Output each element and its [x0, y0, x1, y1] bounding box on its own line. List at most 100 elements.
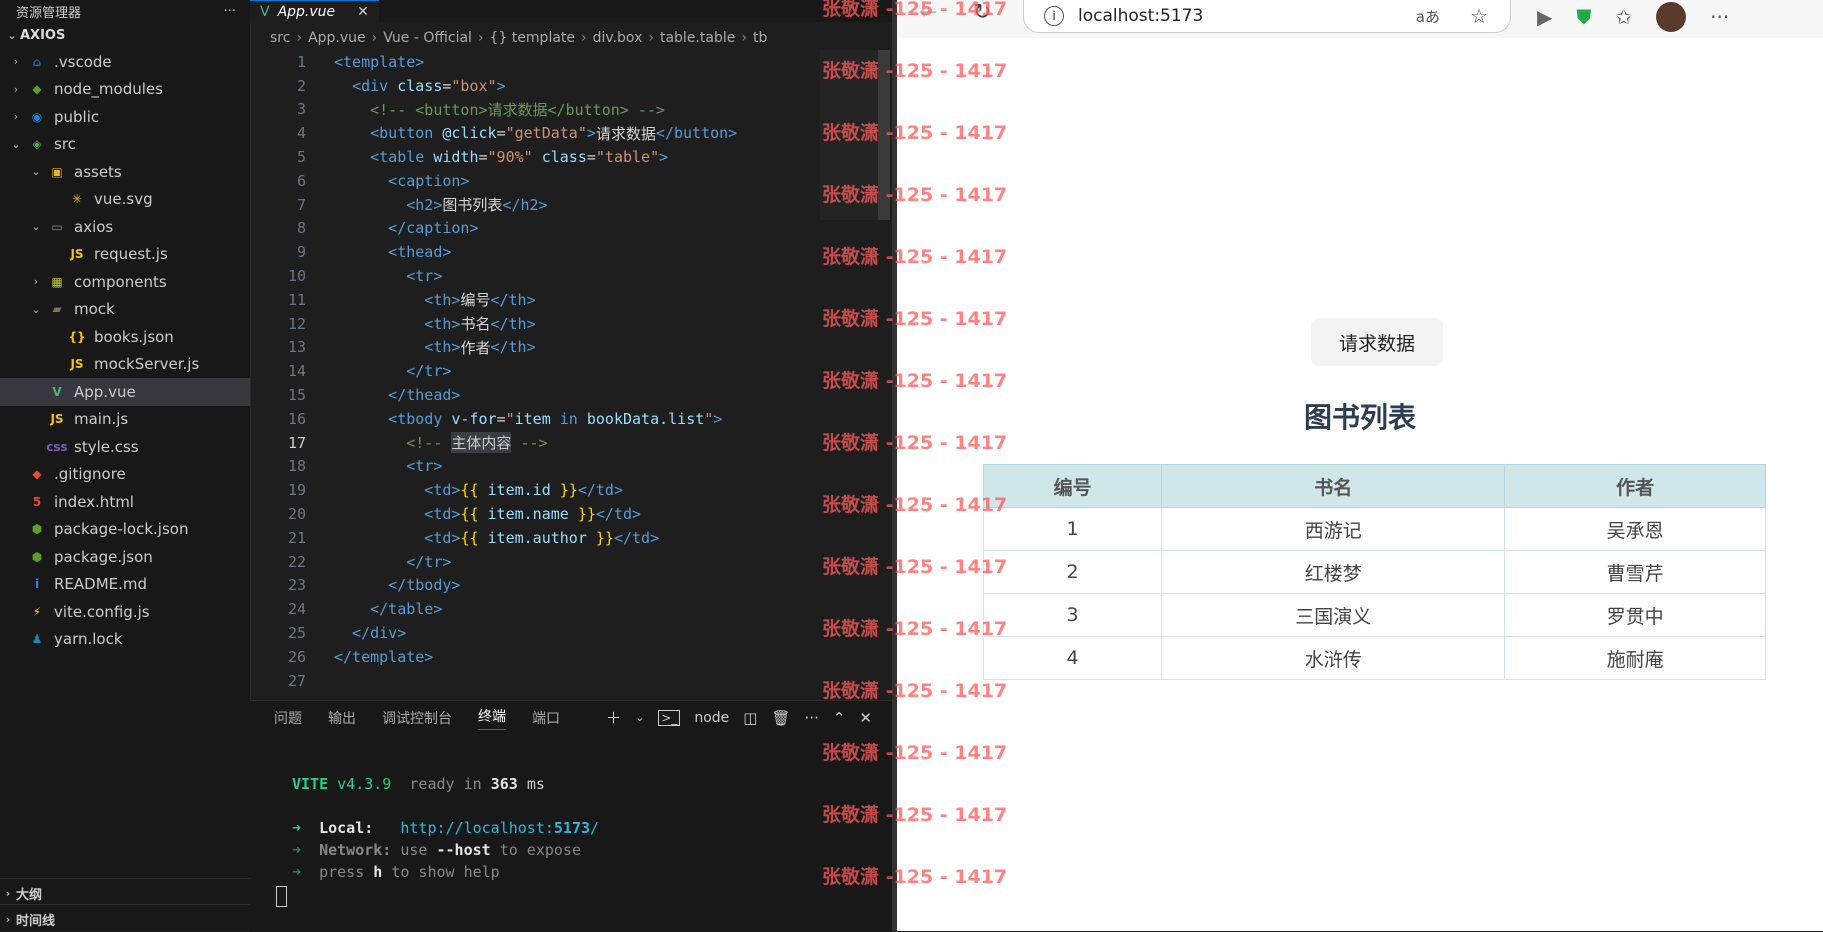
trash-icon[interactable]: 🗑 [771, 709, 790, 727]
add-terminal-icon[interactable]: ＋ [606, 707, 621, 728]
close-panel-icon[interactable]: ✕ [859, 709, 872, 727]
terminal-output[interactable]: VITE v4.3.9 ready in 363 ms ➜ Local: htt… [292, 773, 599, 883]
back-icon[interactable]: ← [919, 0, 937, 25]
breadcrumb: src › App.vue › Vue - Official › {} template › d… [250, 26, 892, 50]
tree-item-app-vue[interactable]: V App.vue [0, 378, 250, 406]
breadcrumb-item[interactable]: div.box [593, 30, 643, 46]
file-tree: › ⌂ .vscode › ◆ node_modules › ◉ public ⌄ ◈ src ⌄ ▣ as… [0, 48, 250, 653]
code-token: "table" [595, 148, 660, 167]
editor-scrollbar[interactable] [878, 50, 890, 220]
more-actions-icon[interactable]: ··· [224, 4, 236, 19]
line-number: 17 [287, 433, 306, 452]
table-cell: 吴承恩 [1504, 507, 1766, 551]
panel-tab[interactable]: 问题 [274, 708, 302, 728]
tree-item-label: node_modules [54, 80, 163, 99]
tree-item-index-html[interactable]: 5 index.html [0, 488, 250, 516]
play-icon[interactable]: ▶ [1537, 5, 1552, 29]
tree-item-node-modules[interactable]: › ◆ node_modules [0, 76, 250, 104]
read-aloud-icon[interactable]: aあ [1416, 6, 1440, 27]
code-line: 7 <h2> 图书列表 </h2> [250, 193, 892, 217]
tree-item-books-json[interactable]: {} books.json [0, 323, 250, 351]
close-icon[interactable]: ✕ [357, 4, 369, 20]
tree-item-components[interactable]: › ▦ components [0, 268, 250, 296]
tree-item-vue-svg[interactable]: ✳ vue.svg [0, 186, 250, 214]
tree-item-assets[interactable]: ⌄ ▣ assets [0, 158, 250, 186]
chevron-down-icon: ⌄ [31, 165, 41, 179]
help-text-2: to show help [391, 863, 500, 881]
panel-tab[interactable]: 端口 [532, 708, 560, 728]
code-token: 请求数据 [595, 124, 656, 143]
maximize-panel-icon[interactable]: ⌃ [833, 709, 846, 727]
help-key: h [373, 863, 383, 881]
explorer-title: 资源管理器 [16, 5, 82, 21]
more-icon[interactable]: ··· [805, 709, 819, 727]
tree-item-package-json[interactable]: ⬢ package.json [0, 543, 250, 571]
tree-item-package-lock-json[interactable]: ⬢ package-lock.json [0, 516, 250, 544]
breadcrumb-item[interactable]: table.table [660, 30, 735, 46]
terminal-icon: >_ [658, 709, 681, 726]
code-token: width [433, 148, 479, 167]
breadcrumb-item[interactable]: {} template [490, 30, 575, 46]
node-folder-icon: ◆ [32, 82, 42, 97]
star-icon[interactable]: ☆ [1470, 4, 1488, 28]
breadcrumb-item[interactable]: Vue - Official [383, 30, 472, 46]
network-text-2: to expose [499, 841, 581, 859]
code-token: </table> [334, 600, 443, 619]
refresh-icon[interactable]: ↻ [973, 0, 991, 25]
code-token: </h2> [502, 195, 548, 214]
panel-tab[interactable]: 终端 [478, 706, 506, 730]
timeline-section[interactable]: › 时间线 [0, 904, 250, 931]
line-number: 19 [287, 481, 306, 500]
breadcrumb-item[interactable]: tb [753, 30, 767, 46]
local-url[interactable]: http://localhost:5173/ [400, 819, 599, 837]
code-token: 作者 [460, 338, 491, 357]
panel-tab[interactable]: 输出 [328, 708, 356, 728]
arrow-icon: ➜ [292, 819, 302, 837]
line-number: 13 [287, 338, 306, 357]
minimap[interactable] [820, 50, 880, 220]
code-token: <table [334, 148, 434, 167]
tree-item--gitignore[interactable]: ◆ .gitignore [0, 461, 250, 489]
js-file-icon: JS [70, 357, 84, 372]
code-editor[interactable]: 1 <template> 2 <div class = "box" >3 <!-- <bu… [250, 50, 892, 700]
public-folder-icon: ◉ [31, 109, 43, 124]
tree-item-axios[interactable]: ⌄ ▭ axios [0, 213, 250, 241]
tree-item-vite-config-js[interactable]: ⚡ vite.config.js [0, 598, 250, 626]
tree-item-mock[interactable]: ⌄ ▰ mock [0, 296, 250, 324]
line-number: 27 [287, 671, 306, 690]
breadcrumb-item[interactable]: App.vue [308, 30, 366, 46]
tree-item-mockserver-js[interactable]: JS mockServer.js [0, 351, 250, 379]
explorer-header: 资源管理器 ··· [0, 0, 250, 22]
breadcrumb-item[interactable]: src [270, 30, 290, 46]
shell-label[interactable]: node [694, 710, 729, 726]
tree-item-main-js[interactable]: JS main.js [0, 406, 250, 434]
code-line: 6 <caption> [250, 169, 892, 193]
table-cell: 水浒传 [1161, 636, 1506, 680]
split-terminal-icon[interactable]: ◫ [743, 709, 757, 727]
avatar[interactable] [1656, 2, 1687, 32]
more-icon[interactable]: ··· [1710, 5, 1729, 29]
panel-tab[interactable]: 调试控制台 [382, 708, 452, 728]
network-label: Network: [319, 841, 392, 859]
tree-item-src[interactable]: ⌄ ◈ src [0, 131, 250, 159]
chevron-down-icon[interactable]: ⌄ [635, 711, 644, 724]
tree-item-style-css[interactable]: css style.css [0, 433, 250, 461]
request-data-button[interactable]: 请求数据 [1311, 318, 1443, 366]
help-text: press [319, 863, 365, 881]
shield-icon[interactable]: ⛊ [1576, 5, 1591, 29]
favorites-icon[interactable]: ✩ [1615, 5, 1632, 29]
tree-item-readme-md[interactable]: i README.md [0, 571, 250, 599]
svg-file-icon: ✳ [71, 192, 83, 207]
tab-app-vue[interactable]: V App.vue ✕ [250, 0, 379, 23]
outline-section[interactable]: › 大纲 [0, 878, 250, 907]
tree-item-yarn-lock[interactable]: ♟ yarn.lock [0, 626, 250, 654]
breadcrumb-chevron-icon: › [371, 30, 378, 46]
explorer-root[interactable]: ⌄ AXIOS [0, 22, 250, 48]
info-icon[interactable]: i [1044, 6, 1064, 26]
tree-item--vscode[interactable]: › ⌂ .vscode [0, 48, 250, 76]
tree-item-request-js[interactable]: JS request.js [0, 241, 250, 269]
table-cell: 2 [982, 550, 1163, 594]
tree-item-public[interactable]: › ◉ public [0, 103, 250, 131]
line-number: 25 [287, 624, 306, 643]
url-field[interactable]: i localhost:5173 aあ ☆ [1023, 0, 1511, 33]
